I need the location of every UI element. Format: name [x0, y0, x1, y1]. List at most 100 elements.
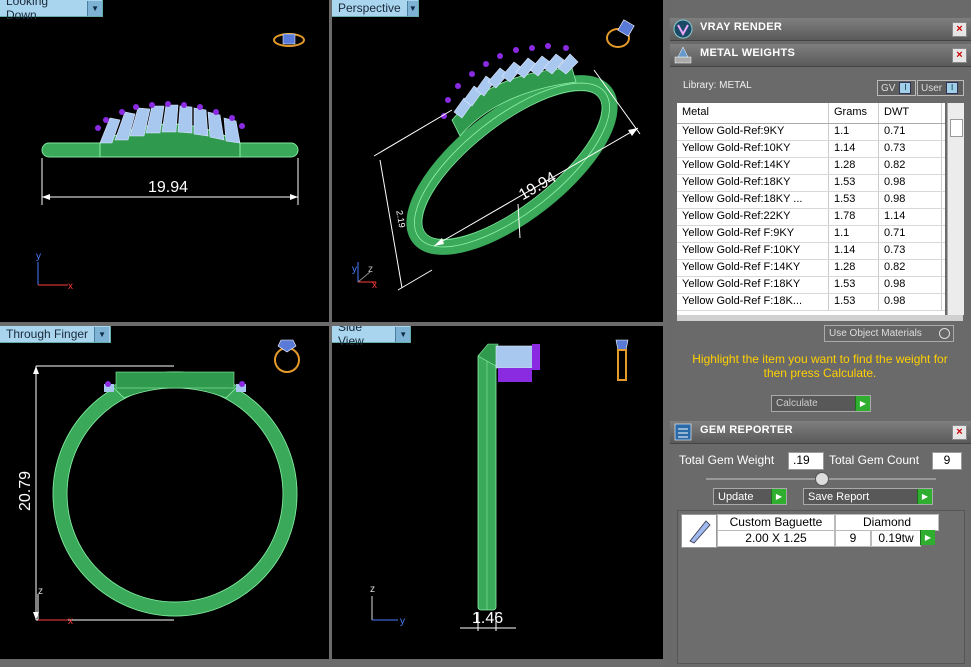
- close-icon[interactable]: ×: [952, 425, 967, 440]
- table-row[interactable]: Yellow Gold-Ref F:14KY 1.28 0.82: [677, 260, 945, 277]
- grams-cell: 1.28: [829, 158, 879, 174]
- column-header-grams[interactable]: Grams: [829, 103, 879, 123]
- vray-render-header[interactable]: VRAY RENDER ×: [670, 18, 971, 41]
- close-icon[interactable]: ×: [952, 48, 967, 63]
- grams-cell: 1.78: [829, 209, 879, 225]
- viewport-tab-perspective[interactable]: Perspective ▼: [332, 0, 419, 17]
- table-row[interactable]: Yellow Gold-Ref F:18KY 1.53 0.98: [677, 277, 945, 294]
- update-button[interactable]: Update ▶: [713, 488, 787, 505]
- dwt-cell: 0.98: [879, 294, 942, 310]
- gem-size: 2.00 X 1.25: [717, 530, 835, 547]
- slider-handle[interactable]: [815, 472, 829, 486]
- column-header-dwt[interactable]: DWT: [879, 103, 942, 123]
- total-gem-count-field[interactable]: 9: [932, 452, 962, 470]
- play-icon: ▶: [917, 489, 932, 504]
- gv-toggle-label: GV: [881, 82, 896, 94]
- metal-name-cell: Yellow Gold-Ref F:10KY: [677, 243, 829, 259]
- dimension-label: 20.79: [17, 470, 35, 512]
- svg-text:x: x: [68, 616, 73, 627]
- update-label: Update: [718, 490, 754, 503]
- table-row[interactable]: Yellow Gold-Ref F:18K... 1.53 0.98: [677, 294, 945, 311]
- radio-icon: [939, 328, 950, 339]
- vray-render-title: VRAY RENDER: [700, 21, 783, 33]
- dimension-label: 19.94: [148, 179, 189, 196]
- table-row[interactable]: Yellow Gold-Ref F:10KY 1.14 0.73: [677, 243, 945, 260]
- svg-text:z: z: [370, 584, 375, 595]
- table-row[interactable]: Yellow Gold-Ref:14KY 1.28 0.82: [677, 158, 945, 175]
- metal-name-cell: Yellow Gold-Ref F:9KY: [677, 226, 829, 242]
- metal-weights-title: METAL WEIGHTS: [700, 47, 796, 59]
- metal-weights-header[interactable]: METAL WEIGHTS ×: [670, 44, 971, 67]
- viewport-label: Through Finger: [6, 327, 89, 341]
- chevron-down-icon[interactable]: ▼: [94, 326, 110, 342]
- vray-icon: [673, 19, 693, 39]
- chevron-down-icon[interactable]: ▼: [406, 0, 418, 16]
- svg-text:x: x: [68, 281, 73, 292]
- table-row[interactable]: Yellow Gold-Ref F:9KY 1.1 0.71: [677, 226, 945, 243]
- viewport-tab-looking-down[interactable]: Looking Down ▼: [0, 0, 103, 22]
- total-gem-weight-label: Total Gem Weight: [679, 453, 775, 467]
- table-vertical-scrollbar[interactable]: [947, 103, 964, 315]
- metal-name-cell: Yellow Gold-Ref:18KY: [677, 175, 829, 191]
- svg-text:x: x: [372, 280, 377, 291]
- metal-name-cell: Yellow Gold-Ref:22KY: [677, 209, 829, 225]
- chevron-down-icon[interactable]: ▼: [87, 0, 102, 16]
- dwt-cell: 0.73: [879, 243, 942, 259]
- gv-toggle[interactable]: GV I: [877, 80, 916, 96]
- gem-reporter-icon: [674, 423, 692, 441]
- viewport-perspective[interactable]: Perspective ▼ y z x 19.94 2.19: [332, 0, 663, 322]
- dwt-cell: 0.82: [879, 260, 942, 276]
- save-report-button[interactable]: Save Report ▶: [803, 488, 933, 505]
- metal-name-cell: Yellow Gold-Ref F:18KY: [677, 277, 829, 293]
- play-icon: ▶: [771, 489, 786, 504]
- use-object-materials-label: Use Object Materials: [829, 328, 922, 339]
- svg-text:z: z: [368, 264, 373, 275]
- gem-reporter-title: GEM REPORTER: [700, 424, 793, 436]
- table-row[interactable]: Yellow Gold-Ref:9KY 1.1 0.71: [677, 124, 945, 141]
- total-gem-weight-field[interactable]: .19: [788, 452, 824, 470]
- svg-text:z: z: [38, 586, 43, 597]
- grams-cell: 1.14: [829, 243, 879, 259]
- baguette-gem-icon[interactable]: [681, 514, 717, 548]
- library-label: Library: METAL: [683, 80, 752, 91]
- table-horizontal-scrollbar[interactable]: [677, 315, 963, 321]
- viewport-tab-side-view[interactable]: Side View ▼: [332, 326, 411, 348]
- gem-details-button[interactable]: ▶: [920, 530, 935, 545]
- save-report-label: Save Report: [808, 490, 870, 503]
- dwt-cell: 0.98: [879, 277, 942, 293]
- grams-cell: 1.1: [829, 124, 879, 140]
- metal-table[interactable]: Metal Grams DWT Yellow Gold-Ref:9KY 1.1 0.…: [677, 103, 945, 315]
- calculate-button[interactable]: Calculate ▶: [771, 395, 871, 412]
- table-row[interactable]: Yellow Gold-Ref:10KY 1.14 0.73: [677, 141, 945, 158]
- grams-cell: 1.53: [829, 277, 879, 293]
- metal-name-cell: Yellow Gold-Ref F:14KY: [677, 260, 829, 276]
- viewport-through-finger[interactable]: Through Finger ▼ z x 20.79: [0, 326, 329, 659]
- metal-name-cell: Yellow Gold-Ref:18KY ...: [677, 192, 829, 208]
- table-row[interactable]: Yellow Gold-Ref:18KY 1.53 0.98: [677, 175, 945, 192]
- column-header-metal[interactable]: Metal: [677, 103, 829, 123]
- dwt-cell: 0.98: [879, 175, 942, 191]
- svg-text:y: y: [352, 264, 357, 275]
- table-row[interactable]: Yellow Gold-Ref:18KY ... 1.53 0.98: [677, 192, 945, 209]
- ring-icon: [274, 339, 300, 373]
- toggle-indicator-icon: I: [899, 82, 912, 94]
- viewport-side-view[interactable]: Side View ▼ z y 1.46: [332, 326, 663, 659]
- grams-cell: 1.28: [829, 260, 879, 276]
- gem-reporter-header[interactable]: GEM REPORTER ×: [670, 421, 971, 444]
- total-gem-count-label: Total Gem Count: [829, 453, 920, 467]
- scroll-thumb[interactable]: [950, 119, 963, 137]
- close-icon[interactable]: ×: [952, 22, 967, 37]
- chevron-down-icon[interactable]: ▼: [395, 326, 410, 342]
- grams-cell: 1.1: [829, 226, 879, 242]
- table-row[interactable]: Yellow Gold-Ref:22KY 1.78 1.14: [677, 209, 945, 226]
- gem-type: Diamond: [835, 514, 939, 531]
- viewport-tab-through-finger[interactable]: Through Finger ▼: [0, 326, 111, 343]
- viewport-label: Looking Down: [6, 0, 49, 22]
- user-toggle[interactable]: User I: [917, 80, 964, 96]
- metal-name-cell: Yellow Gold-Ref F:18K...: [677, 294, 829, 310]
- viewport-label: Perspective: [338, 1, 401, 15]
- use-object-materials-toggle[interactable]: Use Object Materials: [824, 325, 954, 342]
- play-icon: ▶: [920, 530, 935, 545]
- metal-name-cell: Yellow Gold-Ref:9KY: [677, 124, 829, 140]
- viewport-looking-down[interactable]: Looking Down ▼ y x 19.94: [0, 0, 329, 322]
